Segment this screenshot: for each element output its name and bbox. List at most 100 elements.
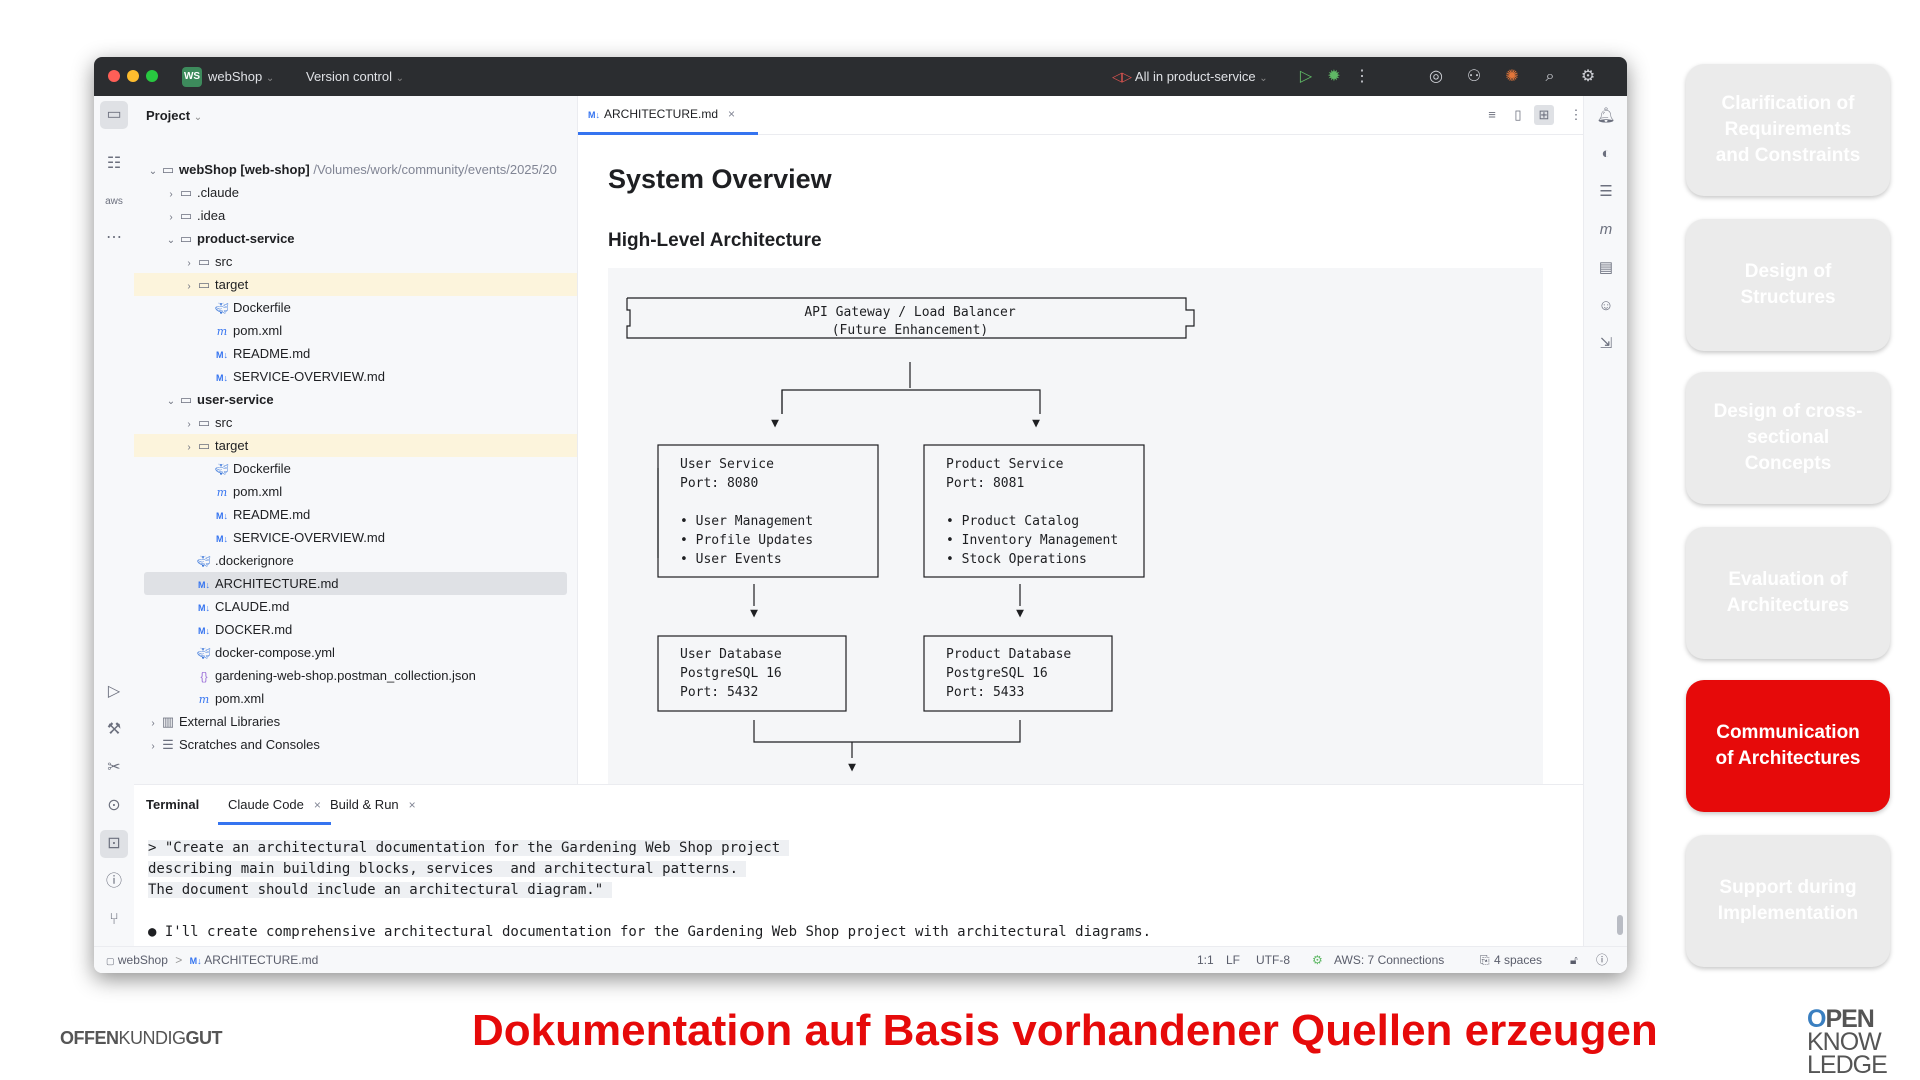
arrow-to-product-db: ▼ [1016, 606, 1024, 621]
tree-item[interactable]: M↓ SERVICE-OVERVIEW.md [134, 526, 577, 549]
close-window-button[interactable] [108, 70, 120, 82]
chevron-right-icon[interactable]: › [182, 413, 196, 436]
close-tab-icon[interactable]: × [314, 798, 321, 812]
vcs-menu[interactable]: Version control ⌄ [306, 57, 404, 96]
chevron-right-icon[interactable]: › [146, 735, 160, 758]
chevron-right-icon[interactable]: › [164, 206, 178, 229]
tab-build-run[interactable]: Build & Run × [330, 785, 416, 825]
tree-item[interactable]: M↓ CLAUDE.md [134, 595, 577, 618]
breadcrumb-project[interactable]: webShop [118, 953, 168, 967]
tree-item[interactable]: › ▭ src [134, 411, 577, 434]
tree-item[interactable]: › ☰ Scratches and Consoles [134, 733, 577, 756]
editor-more-icon[interactable]: ⋮ [1566, 105, 1583, 125]
chevron-right-icon[interactable]: › [182, 436, 196, 459]
more-actions-icon[interactable]: ⋮ [1350, 57, 1374, 96]
tree-item[interactable]: M↓ ARCHITECTURE.md [144, 572, 567, 595]
tree-item[interactable]: M↓ SERVICE-OVERVIEW.md [134, 365, 577, 388]
chevron-down-icon[interactable]: ⌄ [164, 390, 178, 413]
tab-terminal[interactable]: Terminal [146, 785, 199, 825]
tree-item[interactable]: M↓ README.md [134, 342, 577, 365]
more-tools-icon[interactable]: ⋯ [100, 224, 128, 252]
settings-gear-icon[interactable]: ⚙ [1576, 57, 1600, 96]
preview-only-view-icon[interactable]: ⊞ [1534, 105, 1554, 125]
tree-item[interactable]: 🐳︎ docker-compose.yml [134, 641, 577, 664]
project-badge: WS [182, 67, 202, 87]
tree-item[interactable]: › ▭ target [134, 434, 577, 457]
terminal-scrollbar[interactable] [1617, 915, 1623, 935]
tree-item[interactable]: › ▭ src [134, 250, 577, 273]
close-tab-icon[interactable]: × [409, 798, 416, 812]
notifications-bell-icon[interactable]: 🔔︎ [1594, 104, 1618, 128]
tree-item-label: target [215, 277, 249, 292]
inspection-icon[interactable]: ⓘ [1596, 947, 1608, 973]
database-icon[interactable]: ☰ [1594, 180, 1618, 204]
tree-item[interactable]: 🐳︎ Dockerfile [134, 296, 577, 319]
endpoints-icon[interactable]: ▤ [1594, 256, 1618, 280]
maximize-window-button[interactable] [146, 70, 158, 82]
debug-icon[interactable]: ✹ [1322, 57, 1346, 96]
chevron-right-icon[interactable]: › [182, 275, 196, 298]
add-user-icon[interactable]: ⚇ [1462, 57, 1486, 96]
ai-assistant-icon[interactable]: ◎ [1424, 57, 1448, 96]
services-icon[interactable]: ⊙ [100, 792, 128, 820]
tree-item[interactable]: › ▥ External Libraries [134, 710, 577, 733]
line-separator[interactable]: LF [1226, 947, 1240, 973]
claude-icon[interactable]: ✺ [1500, 57, 1524, 96]
tree-item[interactable]: › ▭ target [134, 273, 577, 296]
tree-item[interactable]: ⌄ ▭ product-service [134, 227, 577, 250]
minimize-window-button[interactable] [127, 70, 139, 82]
cursor-position[interactable]: 1:1 [1197, 947, 1214, 973]
tree-item[interactable]: {} gardening-web-shop.postman_collection.… [134, 664, 577, 687]
chevron-right-icon[interactable]: › [164, 183, 178, 206]
tree-item[interactable]: m pom.xml [134, 687, 577, 710]
project-folder-icon[interactable]: ▭ [100, 101, 128, 129]
tree-item[interactable]: m pom.xml [134, 319, 577, 342]
tree-item[interactable]: 🐳︎ .dockerignore [134, 549, 577, 572]
run-config-selector[interactable]: ◁▷ All in product-service ⌄ [1112, 57, 1268, 96]
terminal-icon[interactable]: ⊡ [100, 830, 128, 858]
search-icon[interactable]: ⌕ [1538, 57, 1562, 96]
tab-claude-code[interactable]: Claude Code × [218, 785, 331, 825]
indent-setting[interactable]: 4 spaces [1494, 947, 1542, 973]
build-hammer-icon[interactable]: ⚒ [100, 716, 128, 744]
tree-item[interactable]: M↓ README.md [134, 503, 577, 526]
chevron-down-icon[interactable]: ⌄ [146, 160, 160, 183]
run-tool-icon[interactable]: ▷ [100, 678, 128, 706]
run-icon[interactable]: ▷ [1294, 57, 1318, 96]
diagram-line: • Stock Operations [946, 552, 1087, 567]
tree-item[interactable]: m pom.xml [134, 480, 577, 503]
tree-item[interactable]: ⌄ ▭ user-service [134, 388, 577, 411]
tree-item-label: user-service [197, 392, 274, 407]
editor-only-view-icon[interactable]: ≡ [1482, 105, 1502, 125]
project-panel-header[interactable]: Project ⌄ [146, 108, 202, 123]
chevron-right-icon[interactable]: › [146, 712, 160, 735]
chevron-down-icon[interactable]: ⌄ [164, 229, 178, 252]
tree-item[interactable]: 🐳︎ Dockerfile [134, 457, 577, 480]
git-branch-icon[interactable]: ⑂ [100, 906, 128, 934]
breadcrumb-file[interactable]: ARCHITECTURE.md [204, 953, 318, 967]
split-view-icon[interactable]: ▯ [1508, 105, 1528, 125]
tools-icon[interactable]: ✂ [100, 754, 128, 782]
project-switcher[interactable]: webShop ⌄ [208, 57, 274, 96]
tree-item-label: DOCKER.md [215, 622, 293, 637]
tree-item[interactable]: › ▭ .claude [134, 181, 577, 204]
aws-connections[interactable]: AWS: 7 Connections [1334, 947, 1444, 973]
copilot-icon[interactable]: ☺ [1594, 294, 1618, 318]
deploy-icon[interactable]: ⇲ [1594, 332, 1618, 356]
structure-icon[interactable]: ☷ [100, 150, 128, 178]
ai-chat-icon[interactable]: ◐ [1594, 142, 1618, 166]
tree-item[interactable]: M↓ DOCKER.md [134, 618, 577, 641]
chevron-down-icon: ⌄ [1259, 73, 1268, 84]
chevron-right-icon[interactable]: › [182, 252, 196, 275]
terminal-panel: Terminal Claude Code × Build & Run × > "Cr… [134, 784, 1623, 948]
close-tab-icon[interactable]: × [728, 107, 735, 121]
file-encoding[interactable]: UTF-8 [1256, 947, 1290, 973]
breadcrumb: ▢ webShop > M↓ ARCHITECTURE.md [106, 947, 318, 973]
aws-icon[interactable]: aws [100, 188, 128, 216]
tab-architecture-md[interactable]: M↓ ARCHITECTURE.md × [578, 96, 758, 135]
tree-item[interactable]: ⌄ ▭ webShop [web-shop] /Volumes/work/commu… [134, 158, 577, 181]
problems-icon[interactable]: ⓘ [100, 868, 128, 896]
maven-icon[interactable]: m [1594, 218, 1618, 242]
tree-item[interactable]: › ▭ .idea [134, 204, 577, 227]
lock-icon[interactable]: 🔓︎ [1570, 947, 1578, 973]
